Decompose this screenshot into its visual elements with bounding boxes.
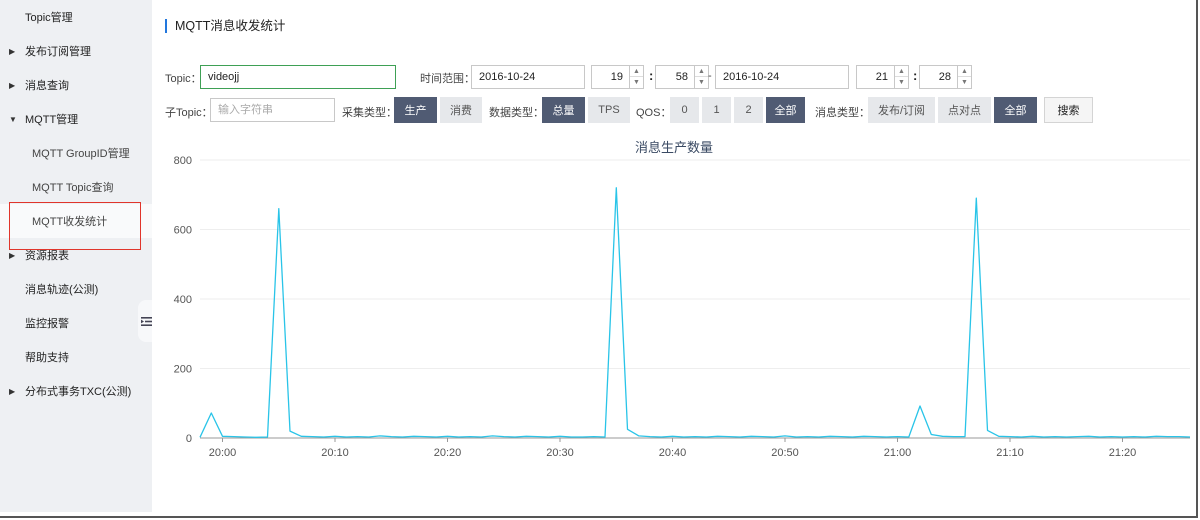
- x-tick-label: 20:50: [771, 447, 799, 459]
- sidebar-item-label: 消息轨迹(公测): [25, 284, 99, 296]
- sidebar-item-topic-management[interactable]: Topic管理: [0, 0, 152, 34]
- x-tick-label: 20:20: [434, 447, 462, 459]
- sidebar-item-label: 监控报警: [25, 318, 69, 330]
- sidebar-item-label: 分布式事务TXC(公测): [25, 386, 132, 398]
- y-tick-label: 0: [186, 433, 192, 445]
- main-content: MQTT消息收发统计 Topic： 时间范围： 19 ▲▼ : 58 ▲▼ - …: [152, 0, 1196, 512]
- x-tick-label: 21:00: [884, 447, 912, 459]
- sidebar-item-monitoring-alerts[interactable]: 监控报警: [0, 306, 152, 340]
- sidebar-item-message-trace[interactable]: 消息轨迹(公测): [0, 272, 152, 306]
- sidebar-item-resource-report[interactable]: ▶ 资源报表: [0, 238, 152, 272]
- sidebar-item-label: MQTT GroupID管理: [32, 148, 130, 160]
- sidebar-item-message-query[interactable]: ▶ 消息查询: [0, 68, 152, 102]
- chevron-down-icon: ▼: [9, 114, 17, 124]
- y-tick-label: 800: [174, 155, 192, 167]
- sidebar-item-label: MQTT收发统计: [32, 216, 108, 228]
- sidebar-item-label: 资源报表: [25, 250, 69, 262]
- sidebar-item-label: Topic管理: [25, 12, 73, 24]
- line-chart: 0 200 400 600 800 20:00 20:10 20:20 20:30 20:40 20…: [174, 155, 1191, 459]
- chevron-right-icon: ▶: [9, 386, 16, 396]
- sidebar-item-label: MQTT Topic查询: [32, 182, 114, 194]
- x-tick-label: 21:10: [996, 447, 1024, 459]
- y-tick-label: 600: [174, 225, 192, 237]
- sidebar-item-help-support[interactable]: 帮助支持: [0, 340, 152, 374]
- y-tick-label: 400: [174, 294, 192, 306]
- sidebar: Topic管理 ▶ 发布订阅管理 ▶ 消息查询 ▼ MQTT管理 MQTT Gr…: [0, 0, 152, 512]
- x-tick-label: 20:30: [546, 447, 574, 459]
- menu-collapse-icon: [140, 316, 152, 326]
- y-tick-label: 200: [174, 364, 192, 376]
- sidebar-item-pubsub-management[interactable]: ▶ 发布订阅管理: [0, 34, 152, 68]
- sidebar-item-label: 消息查询: [25, 80, 69, 92]
- sidebar-item-label: MQTT管理: [25, 114, 79, 126]
- sidebar-item-mqtt-groupid[interactable]: MQTT GroupID管理: [0, 136, 152, 170]
- sidebar-item-mqtt-stats[interactable]: MQTT收发统计: [0, 204, 152, 238]
- chevron-right-icon: ▶: [9, 80, 16, 90]
- x-tick-label: 21:20: [1109, 447, 1137, 459]
- chevron-right-icon: ▶: [9, 250, 16, 260]
- x-tick-label: 20:10: [321, 447, 349, 459]
- sidebar-item-distributed-txc[interactable]: ▶ 分布式事务TXC(公测): [0, 374, 152, 408]
- sidebar-item-label: 发布订阅管理: [25, 46, 91, 58]
- chevron-right-icon: ▶: [9, 46, 16, 56]
- sidebar-item-mqtt-topic-query[interactable]: MQTT Topic查询: [0, 170, 152, 204]
- sidebar-item-mqtt-management[interactable]: ▼ MQTT管理: [0, 102, 152, 136]
- x-tick-label: 20:40: [659, 447, 687, 459]
- x-tick-label: 20:00: [209, 447, 237, 459]
- series-line: [199, 187, 1191, 438]
- sidebar-item-label: 帮助支持: [25, 352, 69, 364]
